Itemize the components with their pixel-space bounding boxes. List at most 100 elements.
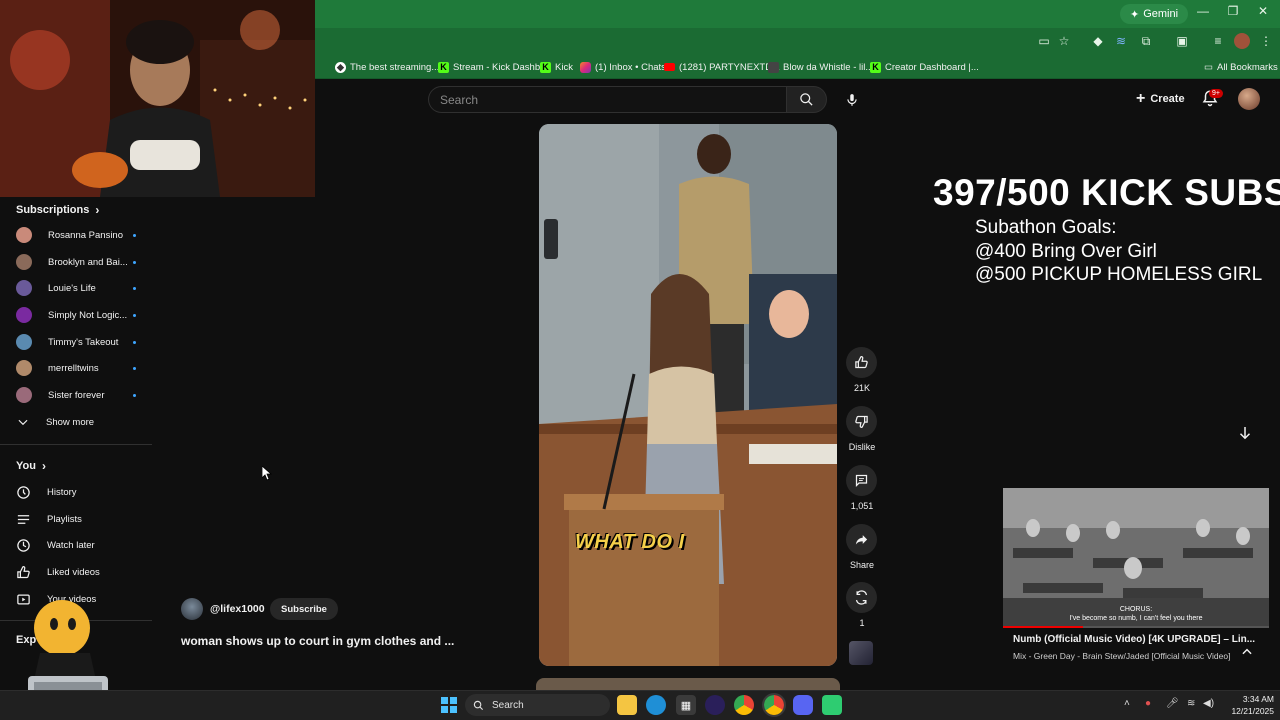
extensions-puzzle-icon[interactable]: ⧉ xyxy=(1138,33,1154,49)
new-content-dot xyxy=(133,340,136,344)
liked-videos-icon xyxy=(17,565,30,578)
reading-list-icon[interactable]: ≡ xyxy=(1210,33,1226,49)
subscription-name: Sister forever xyxy=(48,389,105,401)
you-heading[interactable]: You › xyxy=(16,459,46,473)
channel-avatar[interactable] xyxy=(181,598,203,620)
tray-mic-icon[interactable]: 🎤︎ xyxy=(1166,698,1179,709)
video-caption: WHAT DO I xyxy=(575,531,685,553)
sidebar-item-subscription[interactable]: Rosanna Pansino xyxy=(16,225,136,245)
next-short-preview[interactable] xyxy=(536,678,840,690)
thumbs-down-icon xyxy=(855,415,868,428)
webcam-overlay xyxy=(0,0,315,197)
volume-icon[interactable]: ◀) xyxy=(1203,698,1214,709)
remix-action[interactable]: 1 xyxy=(846,582,877,628)
dislike-button[interactable] xyxy=(846,406,877,437)
bookmark-label: (1281) PARTYNEXTD... xyxy=(679,61,781,73)
sidebar-item-subscription[interactable]: Timmy's Takeout xyxy=(16,332,136,352)
all-bookmarks-button[interactable]: ▭ All Bookmarks xyxy=(1204,59,1278,75)
voice-search-button[interactable] xyxy=(840,88,863,111)
expand-player-button[interactable] xyxy=(1240,645,1254,659)
share-button[interactable] xyxy=(846,524,877,555)
taskbar-search[interactable]: Search xyxy=(465,694,610,716)
like-action[interactable]: 21K xyxy=(846,347,877,393)
music-progress-bar[interactable] xyxy=(1003,626,1269,628)
search-button[interactable] xyxy=(786,86,827,113)
kick-favicon-icon: K xyxy=(870,61,881,73)
wifi-icon[interactable]: ≋ xyxy=(1187,698,1195,709)
sidebar-item-watch-later[interactable]: Watch later xyxy=(16,535,146,555)
new-content-dot xyxy=(133,393,136,397)
playlists-icon xyxy=(17,514,30,524)
show-more-label: Show more xyxy=(46,416,95,428)
tray-overflow-icon[interactable]: ˄ xyxy=(1124,698,1130,709)
bookmark-star-icon[interactable]: ☆ xyxy=(1056,33,1072,49)
sidebar-item-subscription[interactable]: Sister forever xyxy=(16,385,136,405)
extension-diamond-icon[interactable]: ◆ xyxy=(1090,33,1106,49)
show-more-button[interactable]: Show more xyxy=(16,412,146,432)
like-button[interactable] xyxy=(846,347,877,378)
gemini-label: Gemini xyxy=(1143,8,1179,20)
music-title[interactable]: Numb (Official Music Video) [4K UPGRADE]… xyxy=(1013,634,1255,645)
bookmark-kick[interactable]: K Kick xyxy=(540,59,573,75)
sidebar-item-subscription[interactable]: Simply Not Logic... xyxy=(16,305,136,325)
search-input[interactable]: Search xyxy=(428,86,786,113)
chrome-active-icon[interactable] xyxy=(762,693,786,717)
sidebar-item-subscription[interactable]: Louie's Life xyxy=(16,278,136,298)
clock-date: 12/21/2025 xyxy=(1231,706,1274,716)
music-mix-subtitle: Mix - Green Day - Brain Stew/Jaded [Offi… xyxy=(1013,651,1231,661)
restore-button[interactable]: ❐ xyxy=(1218,4,1248,18)
short-video-player[interactable] xyxy=(539,124,837,666)
channel-handle[interactable]: @lifex1000 xyxy=(210,603,265,615)
bookmark-youtube-partynextdoor[interactable]: (1281) PARTYNEXTD... xyxy=(664,59,780,75)
subscription-name: Timmy's Takeout xyxy=(48,336,119,348)
sidebar-item-subscription[interactable]: merrelltwins xyxy=(16,358,136,378)
close-window-button[interactable]: ✕ xyxy=(1248,4,1278,18)
chrome-icon[interactable] xyxy=(734,695,754,715)
bookmark-blow-da-whistle[interactable]: Blow da Whistle - lil... xyxy=(768,59,873,75)
audio-source-thumbnail[interactable] xyxy=(849,641,873,665)
bookmark-kick-dashboard[interactable]: K Stream - Kick Dashb... xyxy=(438,59,548,75)
comment-count: 1,051 xyxy=(850,501,874,511)
you-title: You xyxy=(16,460,36,472)
create-button[interactable]: + Create xyxy=(1130,88,1191,110)
app-circle-icon[interactable] xyxy=(705,695,725,715)
short-title[interactable]: woman shows up to court in gym clothes a… xyxy=(181,634,454,648)
sidebar-item-history[interactable]: History xyxy=(16,482,146,502)
profile-avatar-icon[interactable] xyxy=(1234,33,1250,49)
menu-dots-icon[interactable]: ⋮ xyxy=(1258,33,1274,49)
store-icon[interactable]: ▦ xyxy=(676,695,696,715)
file-explorer-icon[interactable] xyxy=(617,695,637,715)
gemini-button[interactable]: ✦ Gemini xyxy=(1120,4,1189,24)
remix-button[interactable] xyxy=(846,582,877,613)
account-avatar[interactable] xyxy=(1238,88,1260,110)
new-content-dot xyxy=(133,366,136,370)
edge-icon[interactable] xyxy=(646,695,666,715)
comments-button[interactable] xyxy=(846,465,877,496)
kick-favicon-icon: K xyxy=(540,61,551,73)
sidebar-item-playlists[interactable]: Playlists xyxy=(16,509,146,529)
bookmark-instagram-inbox[interactable]: (1) Inbox • Chats xyxy=(580,59,666,75)
bookmark-streaming[interactable]: ◆ The best streaming... xyxy=(335,59,439,75)
comments-action[interactable]: 1,051 xyxy=(846,465,877,511)
extension-wave-icon[interactable]: ≋ xyxy=(1113,33,1129,49)
sidebar-item-subscription[interactable]: Brooklyn and Bai... xyxy=(16,252,136,272)
system-clock[interactable]: 3:34 AM 12/21/2025 xyxy=(1222,693,1274,717)
bookmark-creator-dashboard[interactable]: K Creator Dashboard |... xyxy=(870,59,979,75)
cast-icon[interactable]: ▭ xyxy=(1036,33,1052,49)
chevron-right-icon: › xyxy=(41,459,46,473)
tray-app-icon[interactable]: ● xyxy=(1145,698,1151,709)
minimize-button[interactable]: — xyxy=(1188,4,1218,18)
tab-search-icon[interactable]: ▣ xyxy=(1174,33,1190,49)
start-button[interactable] xyxy=(439,695,459,715)
channel-avatar xyxy=(16,387,32,403)
windows-logo-icon xyxy=(441,697,457,713)
app-green-icon[interactable] xyxy=(822,695,842,715)
subscriptions-heading[interactable]: Subscriptions › xyxy=(16,203,99,217)
subscription-name: Louie's Life xyxy=(48,282,96,294)
share-action[interactable]: Share xyxy=(846,524,877,570)
subscribe-button[interactable]: Subscribe xyxy=(270,598,338,620)
discord-icon[interactable] xyxy=(793,695,813,715)
dislike-action[interactable]: Dislike xyxy=(846,406,877,452)
next-short-button[interactable] xyxy=(1236,424,1254,442)
sidebar-item-liked-videos[interactable]: Liked videos xyxy=(16,562,146,582)
